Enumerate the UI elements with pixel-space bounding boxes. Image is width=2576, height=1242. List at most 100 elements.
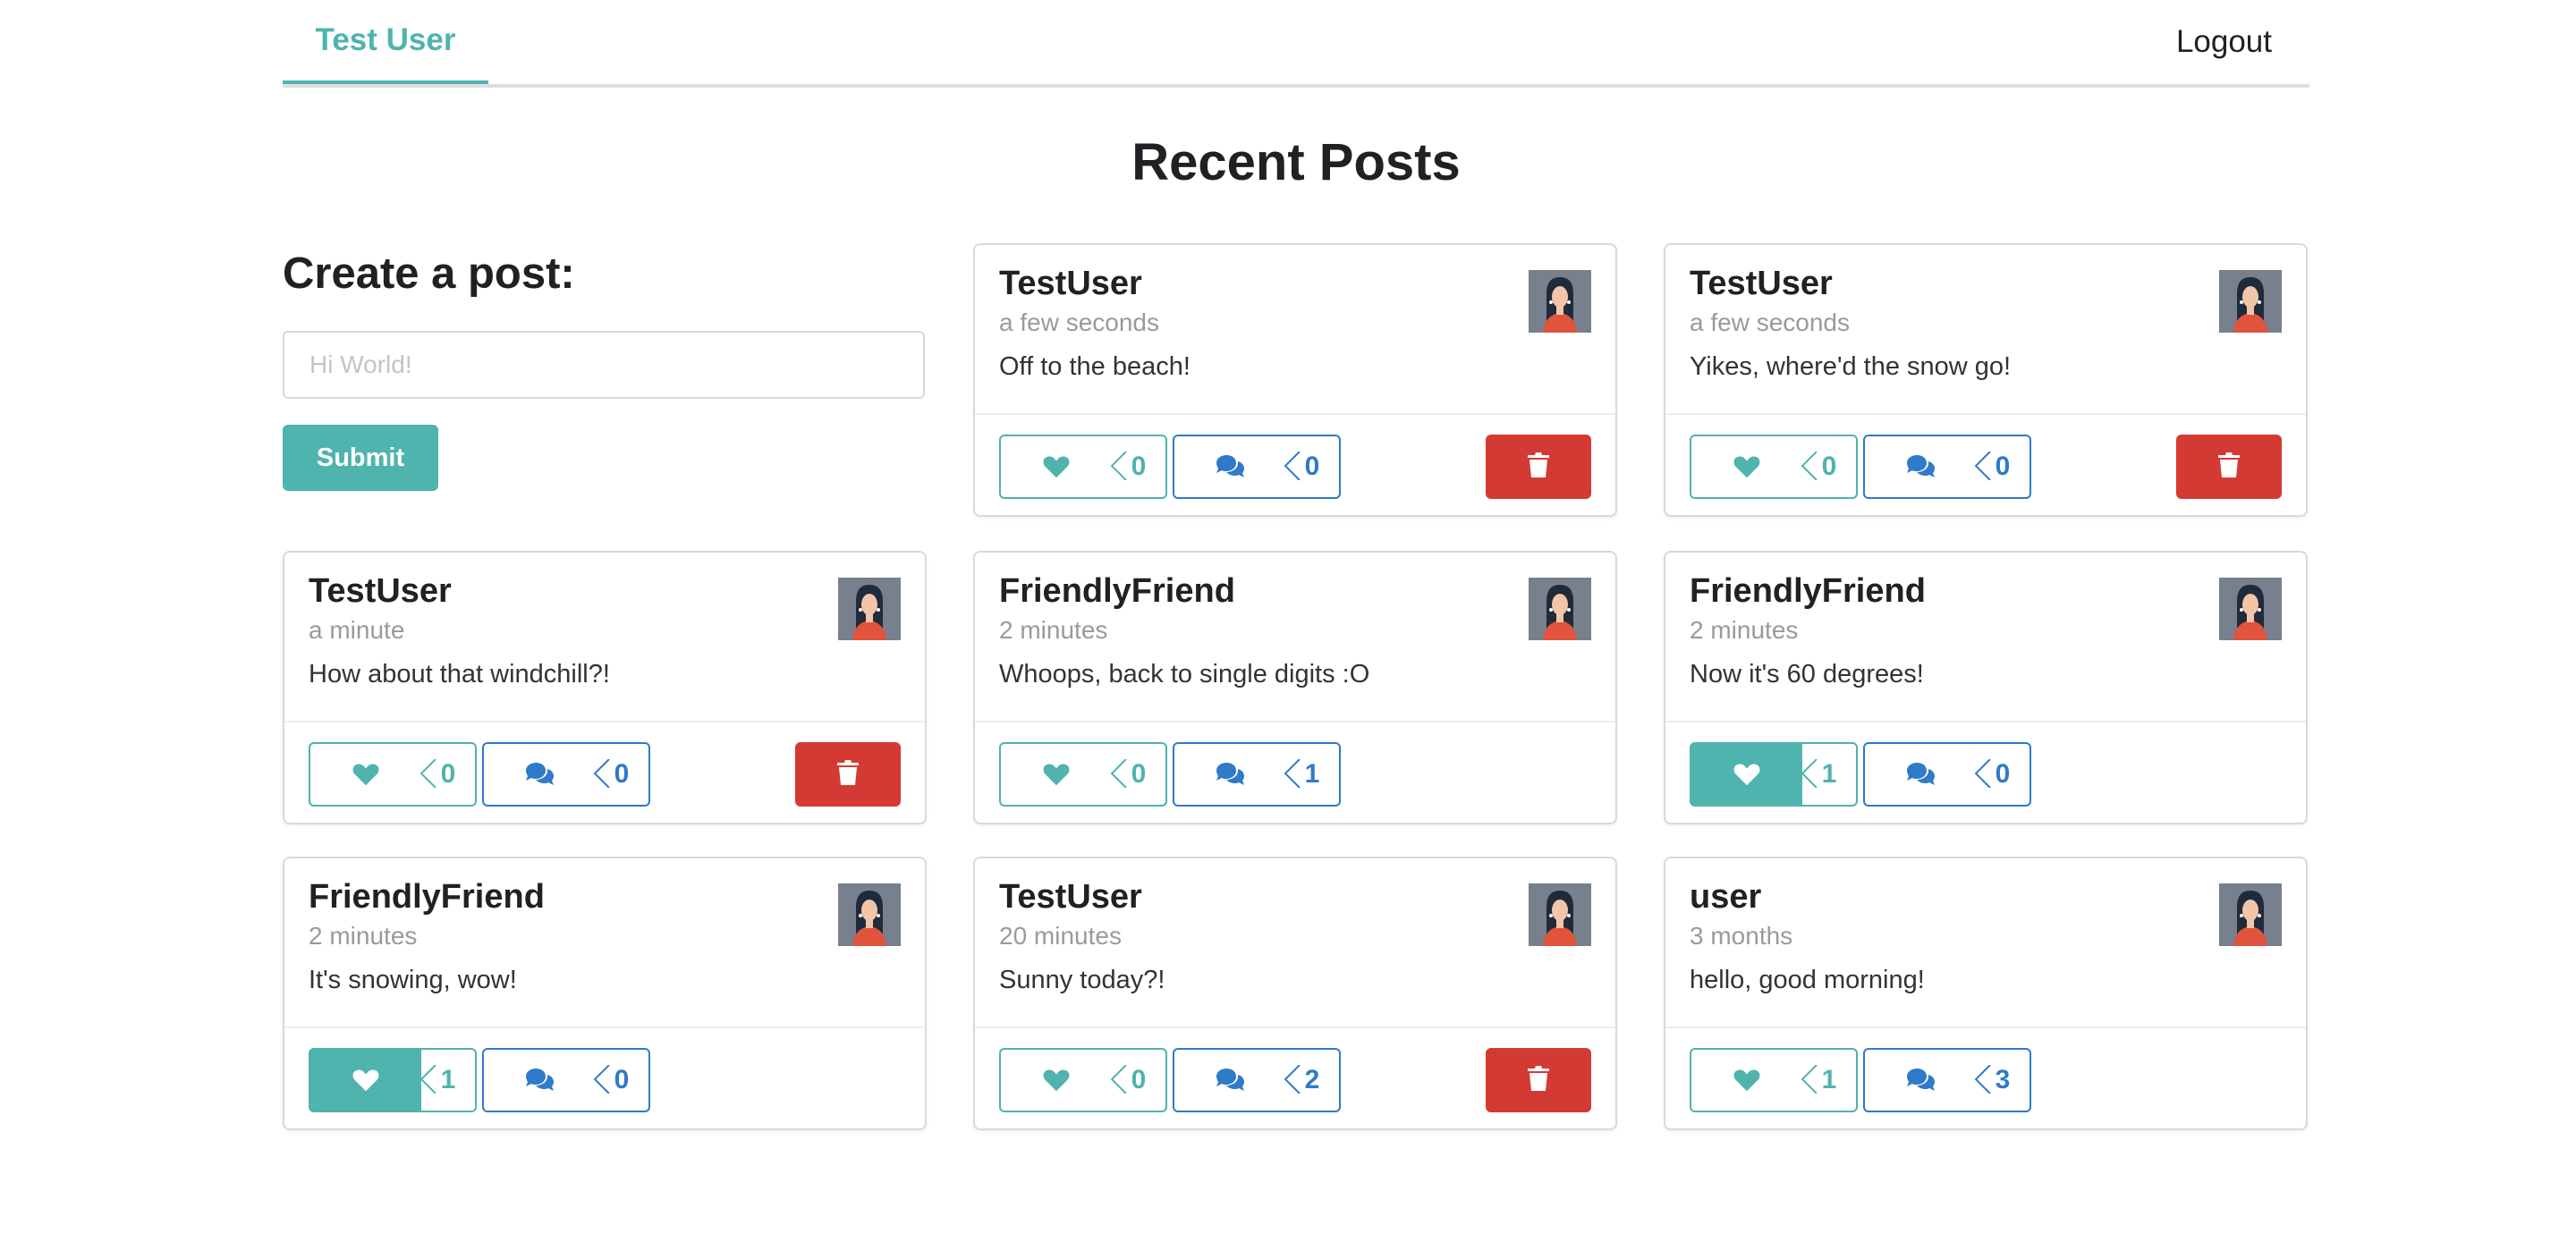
post-time: a few seconds xyxy=(1690,308,1850,336)
comment-button[interactable]: 1 xyxy=(1173,742,1341,807)
post-content: TestUser 20 minutes Sunny today?! xyxy=(975,858,1615,1028)
comment-button[interactable]: 0 xyxy=(482,742,650,807)
like-button[interactable]: 0 xyxy=(1690,435,1858,499)
trash-icon xyxy=(836,759,860,790)
create-post-heading: Create a post: xyxy=(283,249,575,298)
avatar xyxy=(1529,883,1591,946)
like-count: 0 xyxy=(1111,436,1165,497)
post-actions: 0 0 xyxy=(1690,435,2282,499)
post-body: Off to the beach! xyxy=(999,352,1191,381)
like-button[interactable]: 0 xyxy=(999,1048,1167,1112)
like-count-value: 1 xyxy=(440,1065,456,1094)
post-content: TestUser a few seconds Off to the beach! xyxy=(975,245,1615,415)
like-count: 0 xyxy=(1111,1050,1165,1111)
post-content: TestUser a minute How about that windchi… xyxy=(284,553,925,722)
comments-icon xyxy=(484,744,595,805)
like-count: 0 xyxy=(1111,744,1165,805)
heart-icon xyxy=(1691,1050,1802,1111)
comments-icon xyxy=(1865,744,1976,805)
comment-button[interactable]: 0 xyxy=(482,1048,650,1112)
page-title: Recent Posts xyxy=(1131,133,1461,191)
submit-button[interactable]: Submit xyxy=(283,425,438,491)
menu-item-user[interactable]: Test User xyxy=(283,0,488,84)
comments-icon xyxy=(1174,1050,1285,1111)
comment-count: 1 xyxy=(1284,744,1339,805)
like-button[interactable]: 0 xyxy=(999,742,1167,807)
comments-icon xyxy=(484,1050,595,1111)
post-body: Yikes, where'd the snow go! xyxy=(1690,352,2012,381)
comment-count: 0 xyxy=(1975,436,2029,497)
delete-button[interactable] xyxy=(795,742,901,807)
like-button[interactable]: 0 xyxy=(999,435,1167,499)
delete-button[interactable] xyxy=(1486,435,1591,499)
comment-count: 0 xyxy=(1284,436,1339,497)
post-author[interactable]: FriendlyFriend xyxy=(999,572,1235,611)
like-button[interactable]: 1 xyxy=(309,1048,477,1112)
post-card: TestUser a few seconds Yikes, where'd th… xyxy=(1664,243,2308,517)
delete-button[interactable] xyxy=(2176,435,2282,499)
post-author[interactable]: user xyxy=(1690,878,1761,917)
post-author[interactable]: TestUser xyxy=(999,265,1142,303)
post-actions: 1 0 xyxy=(1690,742,2282,807)
like-button[interactable]: 1 xyxy=(1690,1048,1858,1112)
like-count-value: 0 xyxy=(440,759,456,789)
comment-count-value: 0 xyxy=(1995,452,2011,481)
trash-icon xyxy=(1527,1065,1550,1096)
post-card: TestUser a minute How about that windchi… xyxy=(283,551,927,824)
post-actions: 1 0 xyxy=(309,1048,901,1112)
post-author[interactable]: TestUser xyxy=(309,572,452,611)
post-time: 2 minutes xyxy=(309,922,418,950)
post-author[interactable]: FriendlyFriend xyxy=(1690,572,1926,611)
like-count-value: 1 xyxy=(1821,759,1837,789)
comments-icon xyxy=(1865,1050,1976,1111)
like-button[interactable]: 0 xyxy=(309,742,477,807)
comment-button[interactable]: 2 xyxy=(1173,1048,1341,1112)
post-card: FriendlyFriend 2 minutes It's snowing, w… xyxy=(283,857,927,1130)
post-author[interactable]: TestUser xyxy=(999,878,1142,917)
trash-icon xyxy=(1527,452,1550,483)
comment-button[interactable]: 0 xyxy=(1863,742,2031,807)
heart-icon xyxy=(310,1050,421,1111)
post-body-input[interactable] xyxy=(283,331,925,399)
post-author[interactable]: FriendlyFriend xyxy=(309,878,545,917)
avatar xyxy=(1529,578,1591,640)
like-count: 1 xyxy=(420,1050,475,1111)
like-count-value: 0 xyxy=(1131,452,1147,481)
comment-button[interactable]: 3 xyxy=(1863,1048,2031,1112)
delete-button[interactable] xyxy=(1486,1048,1591,1112)
comment-count: 3 xyxy=(1975,1050,2029,1111)
comment-button[interactable]: 0 xyxy=(1173,435,1341,499)
heart-icon xyxy=(1001,436,1112,497)
logout-link[interactable]: Logout xyxy=(2176,0,2272,84)
like-count-value: 0 xyxy=(1821,452,1837,481)
like-button[interactable]: 1 xyxy=(1690,742,1858,807)
post-card: FriendlyFriend 2 minutes Whoops, back to… xyxy=(973,551,1617,824)
post-content: FriendlyFriend 2 minutes It's snowing, w… xyxy=(284,858,925,1028)
comments-icon xyxy=(1174,744,1285,805)
like-count-value: 0 xyxy=(1131,1065,1147,1094)
avatar xyxy=(838,578,901,640)
heart-icon xyxy=(1001,744,1112,805)
post-card: TestUser 20 minutes Sunny today?! 0 2 xyxy=(973,857,1617,1130)
post-time: 2 minutes xyxy=(1690,616,1799,644)
comment-count: 0 xyxy=(594,744,648,805)
comments-icon xyxy=(1865,436,1976,497)
comments-icon xyxy=(1174,436,1285,497)
trash-icon xyxy=(2217,452,2241,483)
post-author[interactable]: TestUser xyxy=(1690,265,1833,303)
comment-count-value: 1 xyxy=(1304,759,1320,789)
avatar xyxy=(2219,578,2282,640)
avatar xyxy=(2219,883,2282,946)
avatar xyxy=(2219,270,2282,333)
heart-icon xyxy=(1691,744,1802,805)
comment-count-value: 0 xyxy=(614,759,630,789)
like-count: 1 xyxy=(1801,744,1856,805)
comment-count-value: 2 xyxy=(1304,1065,1320,1094)
post-time: a few seconds xyxy=(999,308,1159,336)
top-menu: Test User Logout xyxy=(283,0,2309,88)
like-count: 1 xyxy=(1801,1050,1856,1111)
comment-count: 0 xyxy=(1975,744,2029,805)
post-time: 3 months xyxy=(1690,922,1793,950)
comment-button[interactable]: 0 xyxy=(1863,435,2031,499)
post-content: FriendlyFriend 2 minutes Whoops, back to… xyxy=(975,553,1615,722)
